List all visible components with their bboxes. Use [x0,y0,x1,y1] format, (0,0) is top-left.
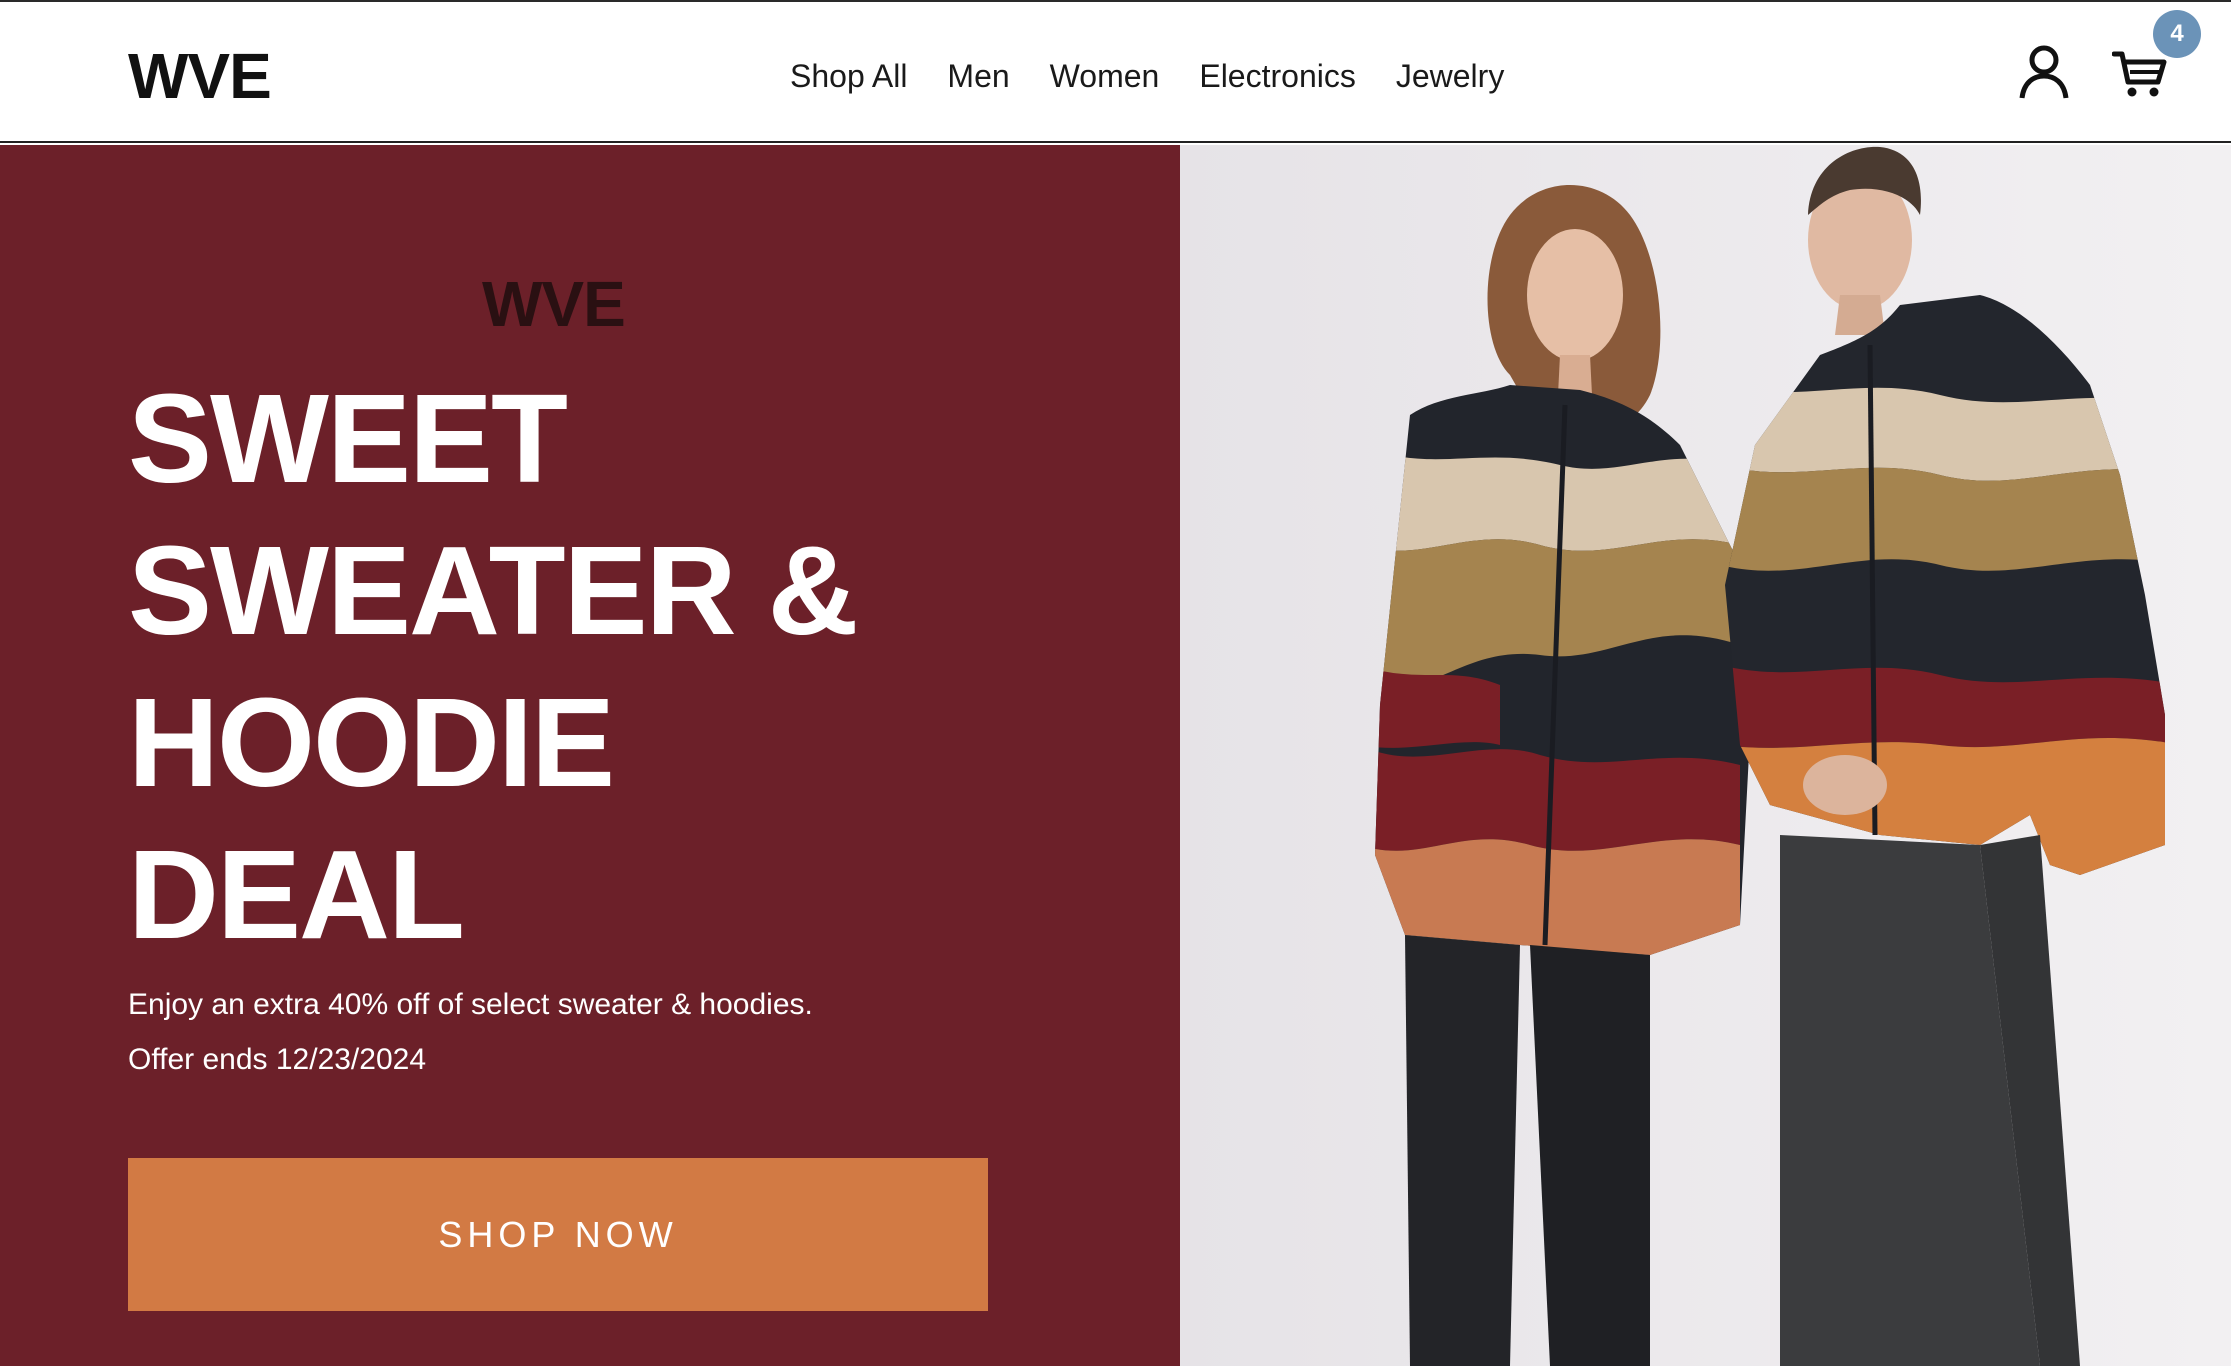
nav-electronics[interactable]: Electronics [1199,58,1356,95]
nav-jewelry[interactable]: Jewelry [1396,58,1504,95]
nav-shop-all[interactable]: Shop All [790,58,907,95]
page: WVE Shop All Men Women Electronics Jewel… [0,0,2231,1366]
site-logo[interactable]: WVE [128,40,272,112]
headline-line-1: SWEET [128,368,568,509]
cart-count-badge: 4 [2153,10,2201,58]
offer-end-date: Offer ends 12/23/2024 [128,1043,427,1076]
models-photo [1180,145,2231,1366]
nav-men[interactable]: Men [947,58,1009,95]
hero-image[interactable] [1180,145,2231,1366]
hero-brand-mark: WVE [482,268,626,340]
hero-promo-panel: WVE SWEET SWEATER & HOODIE DEAL Enjoy an… [0,145,1180,1366]
cart-icon [2111,51,2167,97]
hero-subtext: Enjoy an extra 40% off of select sweater… [128,977,813,1087]
cart-button[interactable] [2111,46,2168,100]
account-button[interactable] [2018,44,2070,100]
hero-headline: SWEET SWEATER & HOODIE DEAL [128,363,1028,971]
shop-now-button[interactable]: SHOP NOW [128,1158,988,1311]
headline-line-4: DEAL [128,824,465,965]
headline-line-3: HOODIE [128,672,615,813]
site-header: WVE Shop All Men Women Electronics Jewel… [0,2,2231,143]
main-nav: Shop All Men Women Electronics Jewelry [790,52,1504,100]
headline-line-2: SWEATER & [128,520,859,661]
nav-women[interactable]: Women [1050,58,1160,95]
user-icon [2019,45,2069,99]
promo-description: Enjoy an extra 40% off of select sweater… [128,988,813,1021]
